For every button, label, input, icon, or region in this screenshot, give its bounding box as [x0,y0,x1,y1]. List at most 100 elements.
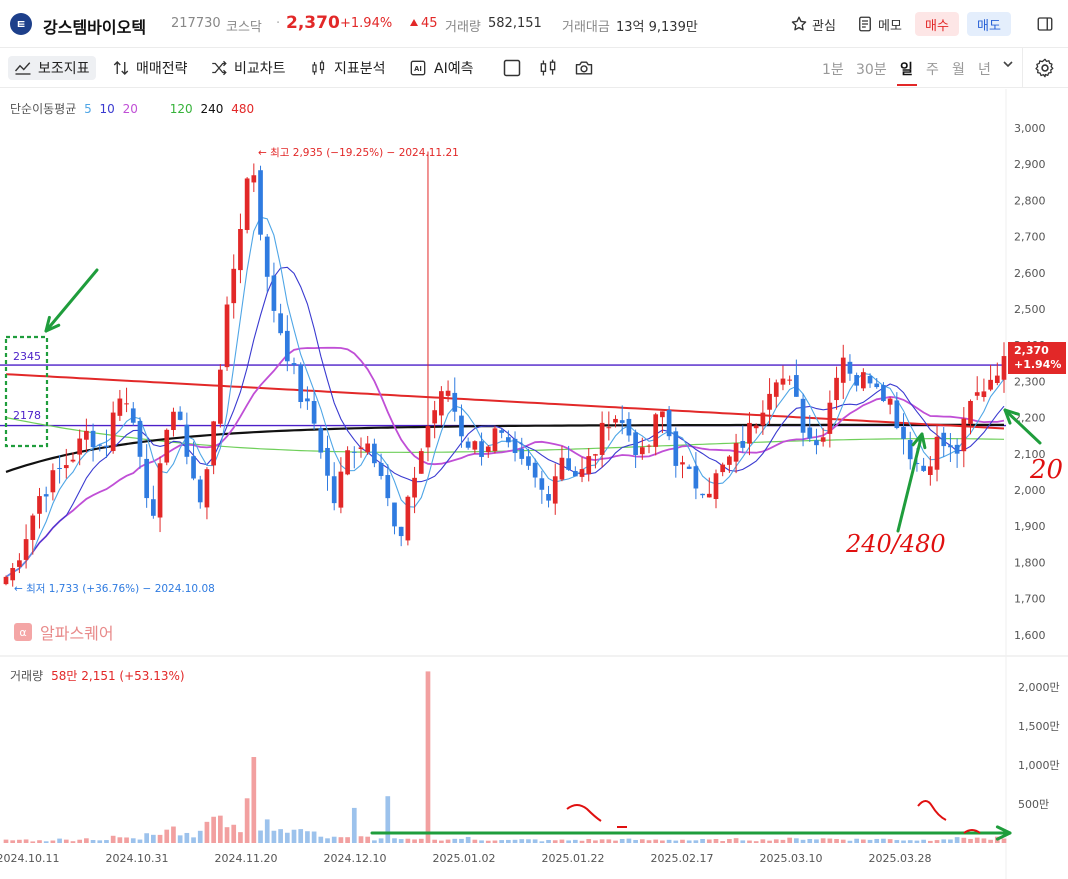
volume-bar [948,839,953,843]
candle-body [291,363,297,366]
indicator-button[interactable]: 보조지표 [8,56,96,80]
candle-body [365,443,371,453]
period-30min[interactable]: 30분 [856,59,887,79]
candle-body [439,391,444,416]
memo-button[interactable]: 메모 [856,12,902,36]
volume-bar [30,841,36,843]
volume-bar [358,836,364,843]
settings-button[interactable] [1034,57,1056,83]
draw-box-button[interactable] [502,56,528,80]
candle-body [894,400,900,429]
date-tick-label: 2024.12.10 [324,852,387,865]
candle-body [934,436,940,470]
screenshot-button[interactable] [574,56,600,80]
svg-text:AI: AI [414,65,422,73]
period-day[interactable]: 일 [900,59,913,79]
candle-body [881,385,886,401]
compare-button[interactable]: 비교차트 [210,56,286,80]
volume-bar [90,840,96,843]
volume-bar [110,835,116,843]
date-tick-label: 2025.03.10 [760,852,823,865]
candle-body [693,466,699,489]
volume-bar [747,840,752,843]
period-week[interactable]: 주 [926,59,939,79]
candle-body [948,445,953,448]
volume-bar [767,840,772,843]
volume-bar [84,838,89,843]
amount-value: 13억 9,139만 [616,20,698,35]
volume-bar [887,839,893,843]
candle-body [412,477,417,498]
price-tick-label: 2,000 [1014,484,1046,497]
candle-body [177,411,183,420]
volume-bar [981,838,987,843]
candle-body [37,496,42,514]
handwritten-tilde-1 [566,804,602,822]
panel-toggle-button[interactable] [1036,12,1056,36]
period-1min[interactable]: 1분 [822,59,844,79]
favorite-button[interactable]: 관심 [790,12,836,36]
candle-body [358,447,364,449]
analysis-button[interactable]: 지표분석 [310,56,386,80]
volume-bar [331,836,337,843]
candle-body [666,410,672,437]
volume-bar [820,838,826,843]
volume-bar [191,837,196,843]
period-dropdown[interactable] [1002,58,1014,74]
volume-bar [706,839,712,843]
sidebar-panel-icon [1037,17,1053,31]
candle-body [968,400,973,424]
volume-bar [827,838,833,843]
volume-bar [626,838,632,843]
volume-bar [439,840,444,843]
candle-body [10,567,16,581]
candle-body [70,459,76,462]
volume-bar [867,839,873,843]
candle-body [284,330,290,362]
volume-bar [10,840,16,843]
indicator-icon [14,62,31,75]
candle-body [331,476,337,504]
period-year[interactable]: 년 [978,59,991,79]
volume-bar [171,826,176,843]
period-month[interactable]: 월 [952,59,965,79]
candle-body [17,560,22,567]
candle-body [974,392,980,396]
volume-bar [780,839,786,843]
volume-tick-label: 500만 [1018,798,1049,811]
chart-type-button[interactable] [538,56,564,80]
strategy-icon [113,61,129,75]
favorite-label: 관심 [812,18,836,34]
candle-body [988,379,993,390]
ai-predict-button[interactable]: AI AI예측 [408,56,473,80]
volume-bar [117,837,123,843]
handwritten-240-480: 240/480 [845,530,946,558]
date-tick-label: 2024.10.11 [0,852,59,865]
volume-bar [753,841,759,843]
compare-label: 비교차트 [234,61,286,77]
candle-body [217,369,223,424]
candle-body [392,502,397,527]
candle-body [847,361,853,374]
price-chart[interactable]: 3,0002,9002,8002,7002,6002,5002,4002,300… [0,89,1068,879]
candle-body [566,458,571,470]
candle-body [137,421,143,457]
candle-body [110,412,116,452]
candle-body [539,478,545,490]
candle-body [572,470,578,477]
buy-button[interactable]: 매수 [915,12,959,36]
current-price-tag-pct: +1.94% [1014,358,1062,371]
candle-body [1001,356,1007,380]
strategy-button[interactable]: 매매전략 [112,56,188,80]
volume-bar [164,829,170,843]
annotation-arrow-box [44,268,99,333]
candle-body [164,429,170,463]
volume-bar [144,833,150,843]
price-tick-label: 1,800 [1014,556,1046,569]
volume-bar [840,839,846,843]
shuffle-icon [212,60,227,76]
volume-bar [345,837,350,843]
volume-bar [586,839,592,843]
sell-button[interactable]: 매도 [967,12,1011,36]
candle-body [760,412,766,426]
